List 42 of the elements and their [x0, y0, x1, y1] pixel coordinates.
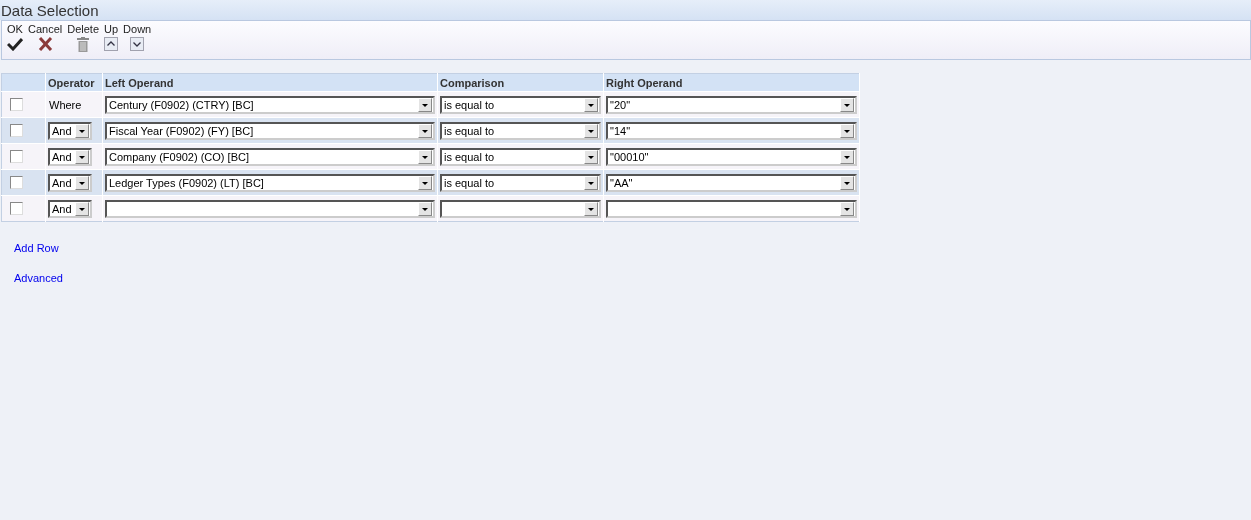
- chevron-down-icon: [130, 37, 145, 51]
- ok-button[interactable]: OK: [5, 21, 26, 59]
- down-button[interactable]: Down: [121, 21, 155, 59]
- right-operand-dropdown[interactable]: "20": [606, 95, 857, 114]
- left-operand-dropdown[interactable]: [105, 199, 435, 218]
- left-operand-dropdown[interactable]: Company (F0902) (CO) [BC]: [105, 147, 435, 166]
- comparison-dropdown[interactable]: is equal to: [440, 147, 601, 166]
- operator-text: Where: [48, 98, 82, 111]
- add-row-link[interactable]: Add Row: [14, 242, 59, 254]
- left-operand-dropdown[interactable]: Ledger Types (F0902) (LT) [BC]: [105, 173, 435, 192]
- row-checkbox[interactable]: [10, 202, 23, 216]
- comparison-dropdown[interactable]: is equal to: [440, 173, 601, 192]
- trash-icon: [77, 37, 90, 52]
- operator-dropdown[interactable]: And: [48, 147, 92, 166]
- row-checkbox[interactable]: [10, 150, 23, 164]
- operator-dropdown[interactable]: And: [48, 121, 92, 140]
- checkmark-icon: [7, 37, 23, 51]
- comparison-dropdown[interactable]: is equal to: [440, 95, 601, 114]
- column-header: Operator: [45, 73, 103, 92]
- row-checkbox[interactable]: [10, 124, 23, 138]
- right-operand-dropdown[interactable]: "00010": [606, 147, 857, 166]
- up-button[interactable]: Up: [102, 21, 122, 59]
- left-operand-dropdown[interactable]: Fiscal Year (F0902) (FY) [BC]: [105, 121, 435, 140]
- delete-button[interactable]: Delete: [65, 21, 103, 59]
- column-header: Right Operand: [603, 73, 860, 92]
- column-header: Comparison: [437, 73, 604, 92]
- right-operand-dropdown[interactable]: [606, 199, 857, 218]
- column-header: Left Operand: [102, 73, 438, 92]
- row-checkbox[interactable]: [10, 176, 23, 190]
- comparison-dropdown[interactable]: [440, 199, 601, 218]
- page-title: Data Selection: [1, 1, 99, 19]
- right-operand-dropdown[interactable]: "AA": [606, 173, 857, 192]
- row-checkbox[interactable]: [10, 98, 23, 112]
- cancel-button[interactable]: Cancel: [26, 21, 66, 59]
- right-operand-dropdown[interactable]: "14": [606, 121, 857, 140]
- comparison-dropdown[interactable]: is equal to: [440, 121, 601, 140]
- operator-dropdown[interactable]: And: [48, 199, 92, 218]
- chevron-up-icon: [104, 37, 119, 51]
- left-operand-dropdown[interactable]: Century (F0902) (CTRY) [BC]: [105, 95, 435, 114]
- close-icon: [37, 37, 53, 51]
- advanced-link[interactable]: Advanced: [14, 272, 63, 284]
- operator-dropdown[interactable]: And: [48, 173, 92, 192]
